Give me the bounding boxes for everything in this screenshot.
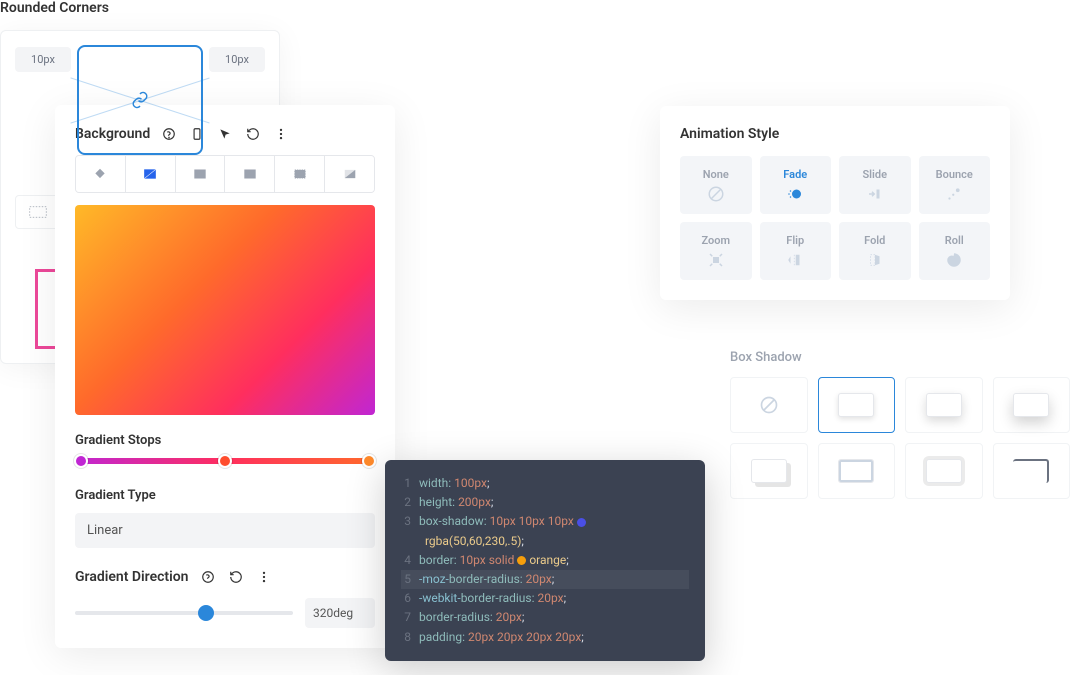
gradient-stops-slider[interactable] <box>75 458 375 464</box>
code-line-8: 8padding: 20px 20px 20px 20px; <box>401 628 689 647</box>
anim-label: Slide <box>862 168 887 181</box>
corner-tl-value[interactable]: 10px <box>15 47 71 72</box>
anim-fade[interactable]: Fade <box>760 156 832 214</box>
gradient-direction-label: Gradient Direction <box>75 569 189 585</box>
anim-label: Roll <box>945 234 964 247</box>
bs-opt-5[interactable] <box>818 443 896 499</box>
more-icon[interactable] <box>272 125 290 143</box>
bs-opt-3[interactable] <box>993 377 1071 433</box>
bs-opt-2[interactable] <box>905 377 983 433</box>
reset-icon[interactable] <box>244 125 262 143</box>
css-code-block: 1width: 100px; 2height: 200px; 3box-shad… <box>385 460 705 661</box>
anim-slide[interactable]: Slide <box>839 156 911 214</box>
code-line-1: 1width: 100px; <box>401 474 689 493</box>
gradient-stops-label: Gradient Stops <box>75 433 375 448</box>
box-shadow-section: Box Shadow <box>730 350 1070 499</box>
code-line-7: 7border-radius: 20px; <box>401 608 689 627</box>
anim-label: Flip <box>786 234 804 247</box>
gradient-type-label: Gradient Type <box>75 488 375 503</box>
anim-label: Zoom <box>701 234 730 247</box>
anim-flip[interactable]: Flip <box>760 222 832 280</box>
hover-icon[interactable] <box>216 125 234 143</box>
box-shadow-title: Box Shadow <box>730 350 1070 365</box>
bg-tab-gradient[interactable] <box>126 156 176 192</box>
bs-opt-1[interactable] <box>818 377 896 433</box>
border-all[interactable] <box>15 195 60 229</box>
bg-tab-pattern[interactable] <box>275 156 325 192</box>
rounded-corners-title: Rounded Corners <box>0 0 280 16</box>
direction-value-input[interactable] <box>305 598 375 628</box>
anim-fold[interactable]: Fold <box>839 222 911 280</box>
gradient-direction-row <box>75 598 375 628</box>
gradient-stop-3[interactable] <box>362 454 376 468</box>
direction-slider[interactable] <box>75 611 293 615</box>
corner-link-toggle[interactable] <box>77 45 203 155</box>
box-shadow-grid <box>730 377 1070 499</box>
gradient-stop-1[interactable] <box>74 454 88 468</box>
animation-grid: None Fade Slide Bounce Zoom Flip Fold Ro… <box>680 156 990 280</box>
bg-tab-fill[interactable] <box>76 156 126 192</box>
bg-tab-mask[interactable] <box>325 156 374 192</box>
code-line-3b: rgba(50,60,230,.5); <box>401 532 689 551</box>
direction-slider-thumb[interactable] <box>198 605 214 621</box>
anim-label: Fold <box>864 234 885 247</box>
reset-icon[interactable] <box>227 568 245 586</box>
more-icon[interactable] <box>255 568 273 586</box>
code-line-4: 4border: 10px solid orange; <box>401 551 689 570</box>
gradient-type-select[interactable]: Linear <box>75 513 375 548</box>
bg-tab-image[interactable] <box>176 156 226 192</box>
anim-label: Fade <box>783 168 807 181</box>
code-line-3: 3box-shadow: 10px 10px 10px <box>401 512 689 531</box>
anim-label: None <box>703 168 729 181</box>
anim-zoom[interactable]: Zoom <box>680 222 752 280</box>
code-line-5: 5-moz-border-radius: 20px; <box>401 570 689 589</box>
background-panel: Background Gradient Stops Gradient Type … <box>55 105 395 648</box>
gradient-preview[interactable] <box>75 205 375 415</box>
background-tabs <box>75 155 375 193</box>
animation-title: Animation Style <box>680 126 990 142</box>
bg-tab-video[interactable] <box>225 156 275 192</box>
help-icon[interactable] <box>199 568 217 586</box>
bs-opt-7[interactable] <box>993 443 1071 499</box>
anim-label: Bounce <box>936 168 973 181</box>
animation-panel: Animation Style None Fade Slide Bounce Z… <box>660 106 1010 300</box>
anim-bounce[interactable]: Bounce <box>919 156 991 214</box>
bs-opt-6[interactable] <box>905 443 983 499</box>
code-line-2: 2height: 200px; <box>401 493 689 512</box>
anim-none[interactable]: None <box>680 156 752 214</box>
code-line-6: 6-webkit-border-radius: 20px; <box>401 589 689 608</box>
anim-roll[interactable]: Roll <box>919 222 991 280</box>
bs-opt-4[interactable] <box>730 443 808 499</box>
corner-tr-value[interactable]: 10px <box>209 47 265 72</box>
gradient-direction-header: Gradient Direction <box>75 568 375 586</box>
bs-none[interactable] <box>730 377 808 433</box>
gradient-stop-2[interactable] <box>218 454 232 468</box>
